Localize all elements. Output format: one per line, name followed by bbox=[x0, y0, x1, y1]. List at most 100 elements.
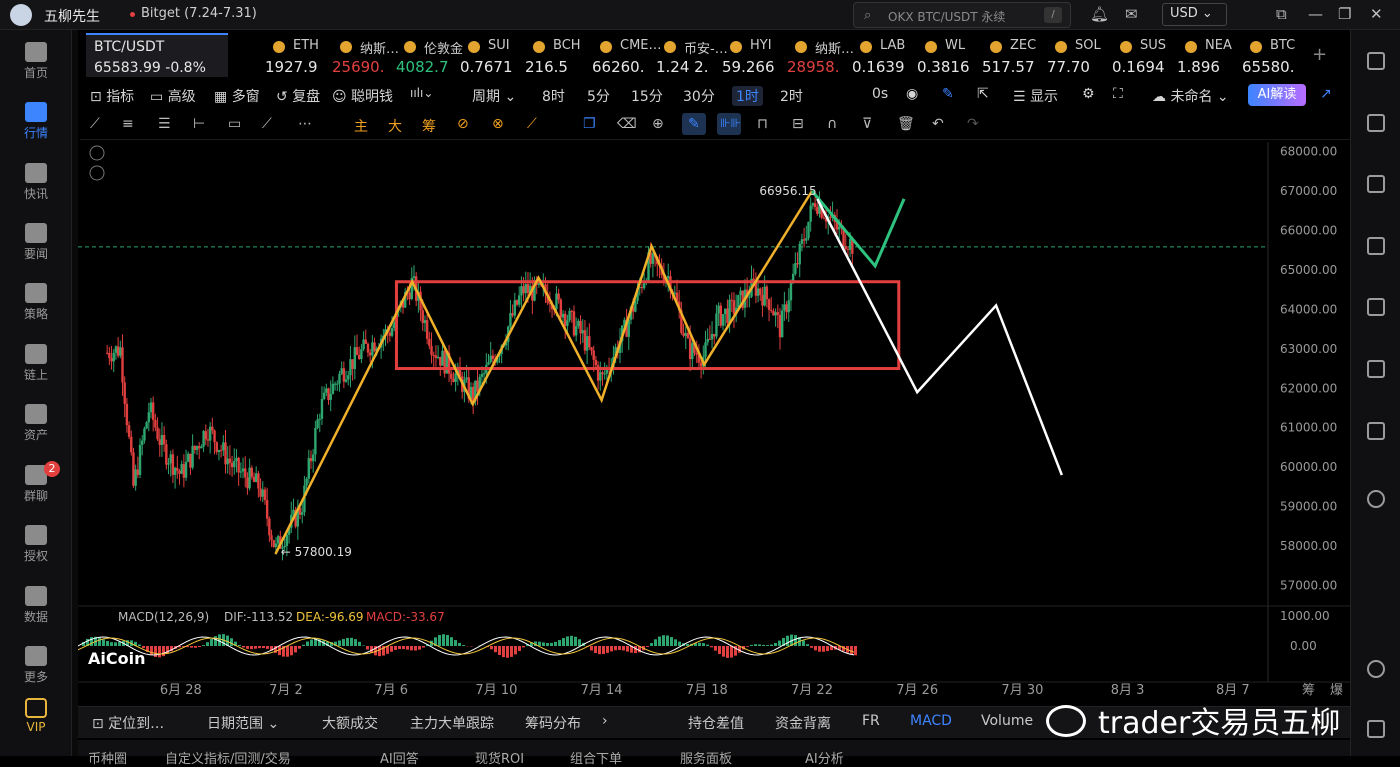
bell-icon[interactable]: 🔔︎ bbox=[1090, 5, 1109, 23]
headset-icon[interactable] bbox=[1367, 660, 1385, 678]
brush-icon[interactable]: ⟋ bbox=[262, 116, 272, 132]
tab-volume[interactable]: Volume bbox=[981, 713, 1033, 729]
bottom-function-6[interactable]: AI分析 bbox=[805, 748, 844, 767]
measure-icon[interactable]: ⊘ bbox=[457, 116, 469, 132]
sidebar-item-8[interactable]: 授权 bbox=[0, 525, 72, 564]
camera-icon[interactable]: ◉ bbox=[906, 86, 918, 102]
sidebar-item-0[interactable]: 首页 bbox=[0, 42, 72, 81]
restore-icon[interactable]: ❐ bbox=[1338, 5, 1351, 23]
etf-icon[interactable] bbox=[1367, 360, 1385, 378]
period-8h[interactable]: 8时 bbox=[542, 86, 565, 106]
mail-icon[interactable]: ✉ bbox=[1125, 5, 1138, 23]
pen-icon[interactable]: ✎ bbox=[942, 86, 954, 102]
period-select[interactable]: 周期 ⌄ bbox=[472, 86, 516, 106]
lock-icon[interactable]: ⊓ bbox=[757, 116, 768, 132]
close-icon[interactable]: ✕ bbox=[1370, 5, 1383, 23]
delete-icon[interactable]: 🗑︎ bbox=[897, 116, 915, 132]
pin-window-icon[interactable]: ⧉ bbox=[1276, 5, 1287, 23]
book-icon[interactable] bbox=[1367, 298, 1385, 316]
sidebar-item-10[interactable]: 更多 bbox=[0, 646, 72, 685]
exchange-icon[interactable] bbox=[1367, 490, 1385, 508]
bottom-function-5[interactable]: 服务面板 bbox=[680, 748, 732, 767]
currency-select[interactable]: USD ⌄ bbox=[1162, 3, 1227, 26]
sidebar-item-7[interactable]: 群聊2 bbox=[0, 465, 72, 504]
trendline-icon[interactable]: ⟋ bbox=[90, 116, 100, 132]
big-tool[interactable]: 大 bbox=[388, 116, 402, 136]
share-icon[interactable]: ⇱ bbox=[977, 86, 989, 102]
bottom-function-1[interactable]: 自定义指标/回测/交易 bbox=[165, 748, 291, 767]
settings-icon[interactable]: ⚙ bbox=[1082, 86, 1095, 102]
price-chart[interactable]: 68000.0067000.0066000.0065000.0064000.00… bbox=[78, 142, 1350, 706]
chips-tool[interactable]: 筹 bbox=[422, 116, 436, 136]
tab-main-orders[interactable]: 主力大单跟踪 bbox=[410, 713, 494, 733]
tab-oi-diff[interactable]: 持仓差值 bbox=[688, 713, 744, 733]
ai-interpret-button[interactable]: AI解读 bbox=[1248, 84, 1306, 106]
locate-button[interactable]: ⊡ 定位到… bbox=[92, 713, 164, 733]
tab-fund-divergence[interactable]: 资金背离 bbox=[775, 713, 831, 733]
filter-icon[interactable]: ⊽ bbox=[862, 116, 872, 132]
sidebar-item-5[interactable]: 链上 bbox=[0, 344, 72, 383]
search-input[interactable]: ⌕ OKX BTC/USDT 永续 / bbox=[853, 2, 1071, 28]
more-tools-icon[interactable]: ⋯ bbox=[298, 116, 312, 132]
sidebar-item-9[interactable]: 数据 bbox=[0, 586, 72, 625]
sidebar-item-4[interactable]: 策略 bbox=[0, 283, 72, 322]
multiwindow-button[interactable]: ▦ 多窗 bbox=[214, 86, 260, 106]
candle-type-icon[interactable]: ıılı⌄ bbox=[410, 86, 433, 100]
sidebar-item-2[interactable]: 快讯 bbox=[0, 163, 72, 202]
undo-icon[interactable]: ↶ bbox=[932, 116, 944, 132]
candle-body bbox=[829, 217, 831, 218]
tab-macd[interactable]: MACD bbox=[910, 713, 952, 729]
ruler-icon[interactable]: ⟋ bbox=[527, 116, 537, 132]
smart-money-button[interactable]: ☺ 聪明钱 bbox=[332, 86, 393, 106]
layout-select[interactable]: ☁ 未命名 ⌄ bbox=[1152, 86, 1229, 106]
magnet-icon[interactable]: ∩ bbox=[827, 116, 837, 132]
period-2h[interactable]: 2时 bbox=[780, 86, 803, 106]
tab-large-trades[interactable]: 大额成交 bbox=[322, 713, 378, 733]
rectangle-icon[interactable]: ▭ bbox=[228, 116, 241, 132]
sidebar-item-1[interactable]: 行情 bbox=[0, 102, 72, 141]
bottom-function-2[interactable]: AI回答 bbox=[380, 748, 419, 767]
stay-mode-icon[interactable]: ⊪⊪ bbox=[720, 116, 741, 130]
tab-fr[interactable]: FR bbox=[862, 713, 880, 729]
parallel-lines-icon[interactable]: ≡ bbox=[122, 116, 134, 132]
date-range-select[interactable]: 日期范围 ⌄ bbox=[207, 713, 279, 733]
tab-chip-distribution[interactable]: 筹码分布 bbox=[525, 713, 581, 733]
horizontal-line-icon[interactable]: ⊢ bbox=[193, 116, 205, 132]
eraser-icon[interactable]: ⌫ bbox=[617, 116, 637, 132]
trend-icon[interactable]: ↗ bbox=[1320, 86, 1332, 102]
tool-icon[interactable] bbox=[1367, 720, 1385, 738]
fullscreen-icon[interactable]: ⛶ bbox=[1113, 86, 1123, 102]
template-icon[interactable]: ⊟ bbox=[792, 116, 804, 132]
range-icon[interactable]: ⊗ bbox=[492, 116, 504, 132]
display-button[interactable]: ☰ 显示 bbox=[1013, 86, 1058, 106]
dollar-icon[interactable] bbox=[1367, 175, 1385, 193]
bottom-function-0[interactable]: 币种圈 bbox=[88, 748, 127, 767]
chart-panel-icon[interactable] bbox=[1367, 237, 1385, 255]
minimize-icon[interactable]: — bbox=[1308, 5, 1323, 23]
sidebar-item-11[interactable]: VIP bbox=[0, 698, 72, 734]
zoom-icon[interactable]: ⊕ bbox=[652, 116, 664, 132]
list-icon[interactable] bbox=[1367, 52, 1385, 70]
add-tab-icon[interactable]: + bbox=[1312, 44, 1327, 65]
document-icon[interactable] bbox=[1367, 114, 1385, 132]
replay-button[interactable]: ↺ 复盘 bbox=[276, 86, 320, 106]
period-30m[interactable]: 30分 bbox=[683, 86, 715, 106]
robot-icon[interactable] bbox=[1367, 422, 1385, 440]
main-tool[interactable]: 主 bbox=[354, 116, 368, 136]
period-5m[interactable]: 5分 bbox=[587, 86, 610, 106]
symbol-tab[interactable]: BTC/USDT 65583.99 -0.8% bbox=[86, 33, 228, 77]
bottom-function-4[interactable]: 组合下单 bbox=[570, 748, 622, 767]
pencil-icon[interactable]: ✎ bbox=[688, 116, 700, 132]
channel-icon[interactable]: ☰ bbox=[158, 116, 171, 132]
advanced-button[interactable]: ▭ 高级 bbox=[150, 86, 196, 106]
indicators-button[interactable]: ⊡ 指标 bbox=[90, 86, 134, 106]
sidebar-item-3[interactable]: 要闻 bbox=[0, 223, 72, 262]
period-1h[interactable]: 1时 bbox=[732, 86, 763, 106]
redo-icon[interactable]: ↷ bbox=[967, 116, 979, 132]
exchange-tab[interactable]: Bitget (7.24-7.31) bbox=[141, 6, 257, 21]
period-15m[interactable]: 15分 bbox=[631, 86, 663, 106]
bottom-function-3[interactable]: 现货ROI bbox=[475, 748, 524, 767]
copy-icon[interactable]: ❐ bbox=[583, 116, 596, 132]
chevron-right-icon[interactable]: › bbox=[602, 713, 608, 729]
sidebar-item-6[interactable]: 资产 bbox=[0, 404, 72, 443]
